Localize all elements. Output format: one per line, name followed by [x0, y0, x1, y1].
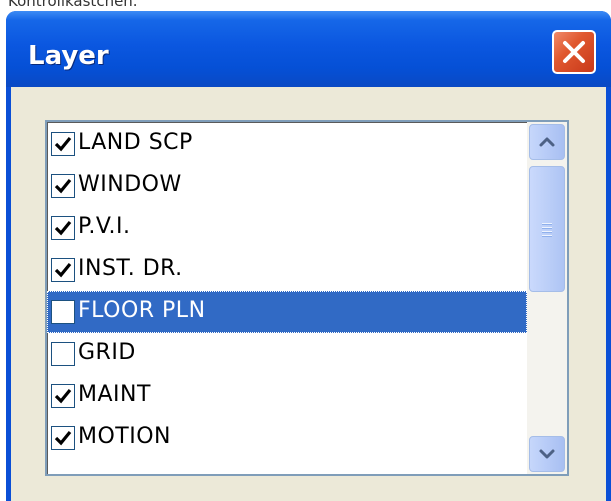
layer-checkbox[interactable] — [51, 384, 75, 408]
checkmark-icon — [54, 220, 72, 236]
layer-label: FLOOR PLN — [78, 298, 206, 323]
title-bar[interactable]: Layer — [6, 11, 611, 87]
layer-label: INST. DR. — [78, 256, 183, 281]
layer-checkbox[interactable] — [51, 426, 75, 450]
checkmark-icon — [54, 136, 72, 152]
layer-label: P.V.I. — [78, 214, 131, 239]
layer-checkbox[interactable] — [51, 258, 75, 282]
chevron-up-icon — [539, 137, 555, 147]
layer-checkbox[interactable] — [51, 174, 75, 198]
checkmark-icon — [54, 262, 72, 278]
chevron-down-icon — [539, 449, 555, 459]
layer-item[interactable]: P.V.I. — [47, 207, 527, 249]
checkmark-icon — [54, 178, 72, 194]
layer-label: LAND SCP — [78, 130, 193, 155]
layer-item[interactable]: WINDOW — [47, 165, 527, 207]
scroll-down-button[interactable] — [529, 436, 565, 472]
vertical-scrollbar[interactable] — [527, 122, 567, 474]
layer-item[interactable]: GRID — [47, 333, 527, 375]
checkmark-icon — [54, 388, 72, 404]
layer-checkbox[interactable] — [51, 132, 75, 156]
dialog-body: LAND SCP WINDOW P.V.I. INST. DR. FLOOR PLN GR… — [11, 87, 606, 501]
layer-label: WINDOW — [78, 172, 182, 197]
layer-item[interactable]: INST. DR. — [47, 249, 527, 291]
layer-label: MOTION — [78, 424, 171, 449]
scroll-grip — [542, 223, 552, 239]
scroll-thumb[interactable] — [529, 166, 565, 292]
checkmark-icon — [54, 430, 72, 446]
layer-item[interactable]: MAINT — [47, 375, 527, 417]
close-button[interactable] — [552, 30, 596, 74]
layer-item[interactable]: LAND SCP — [47, 123, 527, 165]
scroll-up-button[interactable] — [529, 124, 565, 160]
layer-item[interactable]: FLOOR PLN — [47, 291, 527, 333]
layer-label: MAINT — [78, 382, 151, 407]
layer-item[interactable]: MOTION — [47, 417, 527, 459]
window-title: Layer — [28, 41, 109, 71]
layer-label: GRID — [78, 340, 136, 365]
layer-dialog: Layer LAND SCP WINDOW P.V.I. INST. DR. FLOOR… — [6, 11, 611, 501]
layer-list[interactable]: LAND SCP WINDOW P.V.I. INST. DR. FLOOR PLN GR… — [45, 120, 569, 476]
layer-checkbox[interactable] — [51, 342, 75, 366]
layer-checkbox[interactable] — [51, 300, 75, 324]
close-icon — [563, 41, 585, 63]
top-text-fragment: Kontrollkästchen. — [8, 0, 138, 10]
layer-checkbox[interactable] — [51, 216, 75, 240]
